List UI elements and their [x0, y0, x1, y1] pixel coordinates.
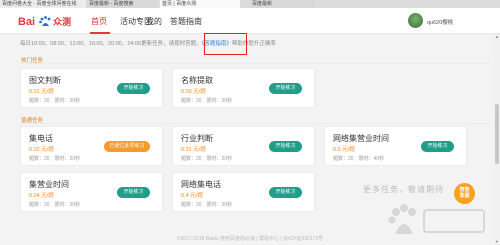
- task-meta: 题数：20 限时：40秒: [333, 156, 385, 162]
- divider: [20, 63, 490, 64]
- task-meta: 题数：20 限时：20秒: [29, 156, 81, 162]
- helper-line-2: 客服: [459, 193, 470, 199]
- task-price: 0.02 元/题: [29, 147, 54, 153]
- vertical-scrollbar[interactable]: ▲ ▼: [494, 34, 500, 245]
- nav-mine[interactable]: 我的: [146, 16, 162, 27]
- browser-tab[interactable]: 百度问卷大全 - 百度全球问卷在线: [0, 0, 86, 8]
- baidu-zhongce-logo[interactable]: Bai 众测: [18, 13, 76, 29]
- task-meta: 题数：20 限时：20秒: [181, 98, 233, 104]
- task-name: 集电话: [29, 134, 53, 143]
- highlight-box: [204, 33, 247, 55]
- start-practice-button[interactable]: 开始练习: [269, 141, 302, 152]
- practice-passed-button[interactable]: 已通过此项练习: [104, 141, 150, 152]
- start-practice-button[interactable]: 开始练习: [269, 187, 302, 198]
- task-card: 图文判断 0.01 元/题 题数：20 限时：20秒 开始练习: [20, 68, 163, 108]
- nav-home[interactable]: 首页: [91, 16, 107, 27]
- scroll-down-arrow-icon[interactable]: ▼: [494, 239, 500, 245]
- scroll-up-arrow-icon[interactable]: ▲: [494, 34, 500, 40]
- task-price: 0.03 元/题: [181, 89, 206, 95]
- avatar[interactable]: [408, 13, 423, 28]
- task-name: 网络集营业时间: [333, 134, 389, 143]
- task-price: 0.01 元/题: [181, 147, 206, 153]
- task-name: 行业判断: [181, 134, 213, 143]
- task-card: 集营业时间 0.04 元/题 题数：20 限时：20秒 开始练习: [20, 172, 163, 212]
- start-practice-button[interactable]: 开始练习: [117, 83, 150, 94]
- task-name: 网络集电话: [181, 180, 221, 189]
- browser-tab-active[interactable]: 首页 | 百度众测: [160, 0, 240, 8]
- task-meta: 题数：20 限时：20秒: [181, 156, 233, 162]
- scroll-thumb[interactable]: [495, 104, 499, 164]
- task-card: 集电话 0.02 元/题 题数：20 限时：20秒 已通过此项练习: [20, 126, 163, 166]
- task-price: 0.4 元/题: [181, 193, 203, 199]
- task-meta: 题数：20 限时：20秒: [29, 202, 81, 208]
- svg-text:众测: 众测: [53, 16, 71, 28]
- start-practice-button[interactable]: 开始练习: [117, 187, 150, 198]
- task-card: 行业判断 0.01 元/题 题数：20 限时：20秒 开始练习: [172, 126, 315, 166]
- task-name: 集营业时间: [29, 180, 69, 189]
- task-meta: 题数：20 限时：20秒: [181, 202, 233, 208]
- task-price: 0.01 元/题: [29, 89, 54, 95]
- more-tasks-text: 更多任务，敬请期待: [363, 185, 444, 194]
- task-name: 名称提取: [181, 76, 213, 85]
- baidu-jingyan-watermark: [388, 204, 485, 234]
- nav-guide[interactable]: 答题指南: [170, 16, 202, 27]
- notice-prefix: 每日10:00、08:00、12:00、16:00、20:00、24:00更新任…: [20, 41, 202, 47]
- task-card: 网络集电话 0.4 元/题 题数：20 限时：20秒 开始练习: [172, 172, 315, 212]
- nav-active-indicator: [90, 32, 110, 34]
- divider: [20, 123, 490, 124]
- task-price: 0.04 元/题: [29, 193, 54, 199]
- task-price: 0.5 元/题: [333, 147, 355, 153]
- browser-tab[interactable]: 百度最新 - 百度搜索: [87, 0, 157, 8]
- svg-text:Bai: Bai: [18, 16, 35, 28]
- site-header: Bai 众测 首页 活动专区 我的 答题指南 qu620樱桃: [0, 8, 500, 34]
- task-card: 网络集营业时间 0.5 元/题 题数：20 限时：40秒 开始练习: [324, 126, 467, 166]
- start-practice-button[interactable]: 开始练习: [269, 83, 302, 94]
- task-meta: 题数：20 限时：20秒: [29, 98, 81, 104]
- task-name: 图文判断: [29, 76, 61, 85]
- username[interactable]: qu620樱桃: [427, 18, 453, 26]
- browser-tab-strip: 百度问卷大全 - 百度全球问卷在线 百度最新 - 百度搜索 首页 | 百度众测 …: [0, 0, 500, 8]
- browser-tab[interactable]: 百度最新: [250, 0, 315, 8]
- task-card: 名称提取 0.03 元/题 题数：20 限时：20秒 开始练习: [172, 68, 315, 108]
- start-practice-button[interactable]: 开始练习: [421, 141, 454, 152]
